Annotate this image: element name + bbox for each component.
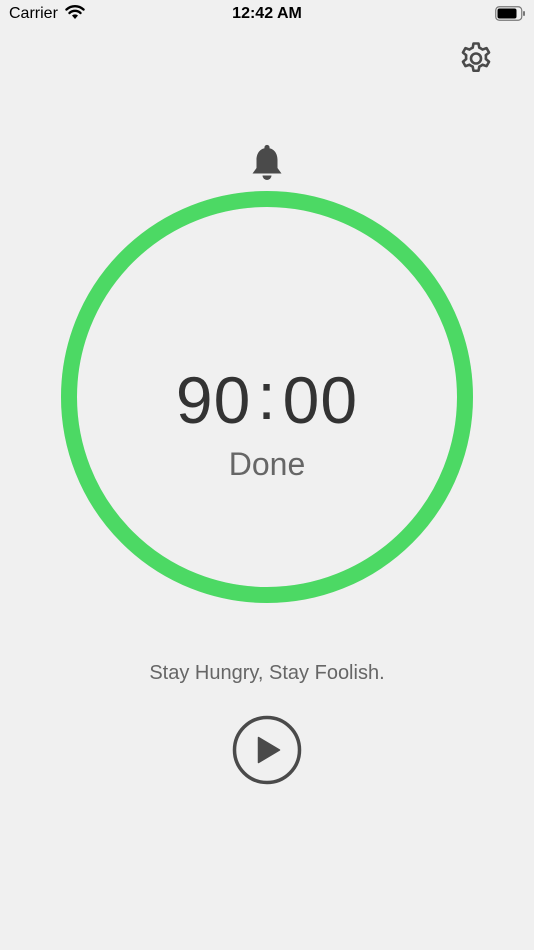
- timer-separator: :: [257, 359, 277, 433]
- status-time: 12:42 AM: [232, 5, 302, 22]
- play-icon: [232, 715, 302, 785]
- timer-display: 90:00: [0, 359, 534, 438]
- timer-status: Done: [228, 446, 306, 482]
- settings-button[interactable]: [458, 40, 494, 76]
- motivational-quote: Stay Hungry, Stay Foolish.: [149, 662, 385, 684]
- timer-seconds: 00: [282, 363, 359, 437]
- battery-icon: [495, 6, 525, 21]
- bell-icon: [252, 144, 282, 180]
- status-bar: Carrier 12:42 AM: [0, 0, 534, 28]
- play-button[interactable]: [232, 715, 302, 785]
- gear-icon: [461, 42, 491, 73]
- timer-minutes: 90: [175, 363, 252, 437]
